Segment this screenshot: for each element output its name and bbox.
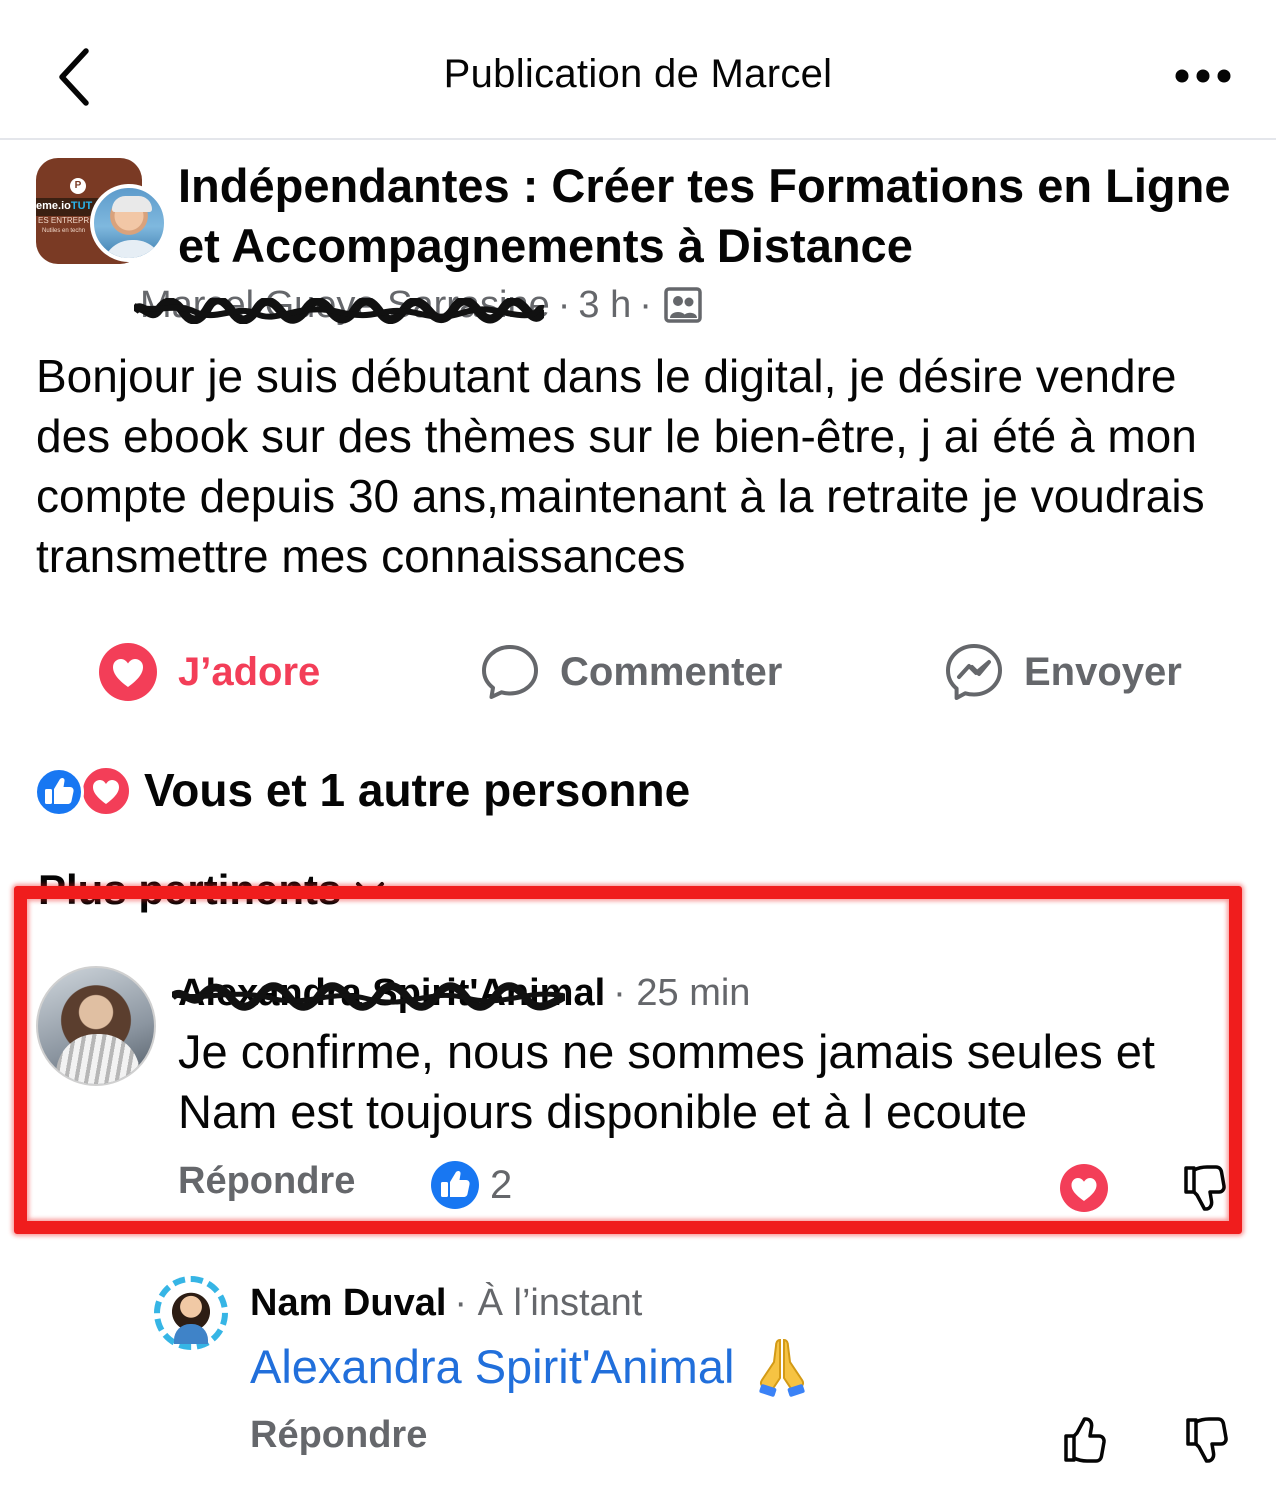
messenger-icon bbox=[946, 644, 1002, 700]
reply-text: Alexandra Spirit'Animal bbox=[250, 1334, 814, 1398]
comment-dislike-button[interactable] bbox=[1176, 1160, 1232, 1216]
like-reaction-icon bbox=[34, 767, 84, 817]
comment-love-button[interactable] bbox=[1056, 1160, 1112, 1216]
comment-button[interactable]: Commenter bbox=[480, 630, 782, 714]
group-members-icon bbox=[664, 287, 702, 323]
reply-button[interactable]: Répondre bbox=[250, 1414, 427, 1457]
top-bar: Publication de Marcel bbox=[0, 0, 1276, 140]
avatar-shirt bbox=[174, 1324, 208, 1344]
comment-like-count[interactable]: 2 bbox=[430, 1158, 512, 1212]
author-avatar[interactable] bbox=[90, 184, 168, 262]
reply-like-button[interactable] bbox=[1054, 1410, 1114, 1470]
group-avatar-line2: Nutiles en techn bbox=[42, 228, 86, 234]
commenter-name[interactable]: Alexandra Spirit'Animal bbox=[172, 972, 605, 1015]
chevron-down-icon bbox=[355, 880, 385, 900]
post-actions-bar: J’adore Commenter Envoyer bbox=[0, 630, 1276, 714]
comment-time: · 25 min bbox=[613, 971, 751, 1014]
comment-text: Je confirme, nous ne sommes jamais seule… bbox=[178, 1025, 1155, 1138]
comment-header: Alexandra Spirit'Animal · 25 min bbox=[172, 966, 751, 1020]
love-button-label: J’adore bbox=[178, 649, 321, 694]
avatar-feathers bbox=[56, 1034, 140, 1084]
comment-bubble-icon bbox=[482, 645, 538, 699]
reply-header: Nam Duval · À l’instant bbox=[250, 1276, 642, 1330]
reply-commenter-avatar[interactable] bbox=[154, 1276, 228, 1350]
comment-button-label: Commenter bbox=[560, 649, 783, 694]
reply-dislike-button[interactable] bbox=[1176, 1410, 1236, 1470]
sort-label: Plus pertinents bbox=[38, 866, 342, 913]
thumbs-down-icon bbox=[1184, 1165, 1226, 1211]
thumbs-up-icon bbox=[1064, 1417, 1106, 1463]
love-button[interactable]: J’adore bbox=[98, 630, 320, 714]
post-time: 3 h bbox=[578, 283, 632, 326]
group-name[interactable]: Indépendantes : Créer tes Formations en … bbox=[178, 156, 1238, 276]
page-title: Publication de Marcel bbox=[443, 52, 833, 96]
post-meta: Marcel Gueye Sarrasine · 3 h · bbox=[134, 280, 702, 330]
heart-reaction-icon bbox=[99, 643, 157, 701]
reaction-summary-text: Vous et 1 autre personne bbox=[144, 764, 691, 816]
group-avatar-line1: ES ENTREPR bbox=[38, 216, 90, 225]
like-reaction-icon bbox=[431, 1161, 479, 1209]
post-author-name[interactable]: Marcel Gueye Sarrasine bbox=[134, 284, 550, 327]
redaction-scribble bbox=[134, 297, 544, 324]
commenter-avatar[interactable] bbox=[36, 966, 156, 1086]
more-options-button[interactable] bbox=[1168, 56, 1238, 96]
send-button[interactable]: Envoyer bbox=[944, 630, 1182, 714]
thumbs-down-icon bbox=[1186, 1417, 1228, 1463]
praying-hands-icon bbox=[750, 1334, 814, 1398]
reaction-summary[interactable]: Vous et 1 autre personne bbox=[34, 762, 690, 818]
like-count: 2 bbox=[490, 1162, 513, 1207]
group-logo-mark: P bbox=[70, 178, 86, 194]
reply-time: · À l’instant bbox=[454, 1281, 643, 1324]
mention-link[interactable]: Alexandra Spirit'Animal bbox=[250, 1339, 734, 1394]
love-reaction-icon bbox=[80, 765, 132, 817]
avatar-cap bbox=[112, 196, 152, 212]
group-avatar-brand: eme.ioTUT bbox=[36, 200, 93, 212]
send-button-label: Envoyer bbox=[1024, 649, 1182, 694]
comment-sort-selector[interactable]: Plus pertinents bbox=[38, 862, 385, 918]
meta-separator: · bbox=[557, 283, 571, 326]
reply-commenter-name[interactable]: Nam Duval bbox=[250, 1282, 446, 1325]
meta-separator: · bbox=[639, 283, 652, 326]
redaction-scribble bbox=[172, 981, 565, 1011]
reaction-icons bbox=[34, 765, 134, 817]
reply-button[interactable]: Répondre bbox=[178, 1160, 355, 1203]
more-horizontal-icon bbox=[1175, 69, 1231, 83]
post-body: Bonjour je suis débutant dans le digital… bbox=[36, 350, 1205, 582]
heart-reaction-icon bbox=[1060, 1164, 1108, 1212]
